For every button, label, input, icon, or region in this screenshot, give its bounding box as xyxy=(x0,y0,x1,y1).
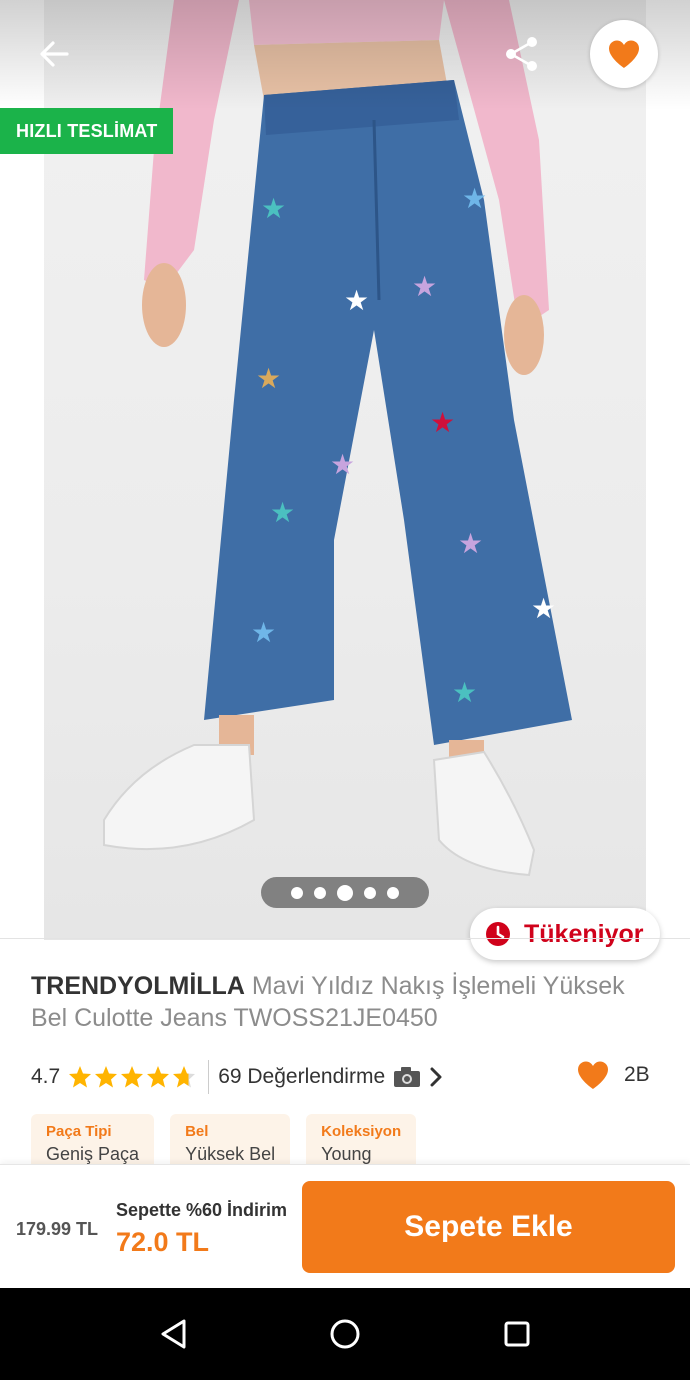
back-button[interactable] xyxy=(30,30,78,78)
heart-icon xyxy=(578,1061,608,1089)
reviews-link[interactable]: 69 Değerlendirme xyxy=(218,1065,443,1089)
attribute-key: Paça Tipi xyxy=(46,1123,112,1140)
attribute-chip: Bel Yüksek Bel xyxy=(170,1114,291,1166)
nav-back-button[interactable] xyxy=(153,1314,193,1354)
svg-text:★: ★ xyxy=(531,592,556,625)
camera-icon xyxy=(394,1067,421,1087)
svg-text:★: ★ xyxy=(261,192,286,225)
low-stock-label: Tükeniyor xyxy=(524,919,644,948)
favorite-count[interactable]: 2B xyxy=(576,1060,650,1090)
attribute-value: Young xyxy=(321,1144,372,1164)
share-button[interactable] xyxy=(498,30,546,78)
top-gradient xyxy=(0,0,690,110)
pager-dot[interactable] xyxy=(314,886,326,899)
attribute-list: Paça Tipi Geniş Paça Bel Yüksek Bel Kole… xyxy=(31,1114,417,1166)
divider xyxy=(0,938,690,939)
pager-dot[interactable] xyxy=(364,886,376,899)
svg-text:★: ★ xyxy=(452,676,477,709)
attribute-value: Geniş Paça xyxy=(46,1144,140,1164)
star-rating-icon xyxy=(69,1066,196,1088)
product-detail-screen: ★ ★ ★ ★ ★ ★ ★ ★ ★ ★ ★ ★ HIZLI TESLİMAT T… xyxy=(0,0,690,1380)
square-recents-icon xyxy=(504,1321,530,1347)
gallery-right-margin xyxy=(646,0,690,940)
heart-icon xyxy=(609,40,639,68)
add-to-cart-button[interactable]: Sepete Ekle xyxy=(302,1181,675,1273)
attribute-chip: Paça Tipi Geniş Paça xyxy=(31,1114,155,1166)
system-navigation-bar xyxy=(0,1288,690,1380)
arrow-left-icon xyxy=(40,41,69,67)
rating-value: 4.7 xyxy=(31,1065,61,1088)
attribute-chip: Koleksiyon Young xyxy=(306,1114,417,1166)
nav-recents-button[interactable] xyxy=(497,1314,537,1354)
clock-icon xyxy=(486,922,510,946)
rating-stars xyxy=(68,1065,198,1089)
svg-text:★: ★ xyxy=(458,527,483,560)
attribute-value: Yüksek Bel xyxy=(185,1144,276,1164)
circle-home-icon xyxy=(330,1319,360,1349)
svg-text:★: ★ xyxy=(462,182,487,215)
svg-text:★: ★ xyxy=(344,284,369,317)
svg-text:★: ★ xyxy=(330,448,355,481)
pager-dot[interactable] xyxy=(291,886,303,899)
product-title: TRENDYOLMİLLA Mavi Yıldız Nakış İşlemeli… xyxy=(31,970,661,1034)
discounted-price: 72.0 TL xyxy=(116,1227,210,1257)
original-price: 179.99 TL xyxy=(16,1219,99,1239)
rating-row[interactable]: 4.7 69 Değerlendirme xyxy=(31,1058,661,1096)
brand-name[interactable]: TRENDYOLMİLLA xyxy=(31,972,245,1000)
nav-home-button[interactable] xyxy=(325,1314,365,1354)
favorite-button[interactable] xyxy=(590,20,658,88)
svg-text:★: ★ xyxy=(430,406,455,439)
pager-dot[interactable] xyxy=(387,886,399,899)
svg-text:★: ★ xyxy=(270,496,295,529)
svg-text:★: ★ xyxy=(412,270,437,303)
chevron-right-icon xyxy=(430,1067,442,1087)
reviews-count: 69 Değerlendirme xyxy=(218,1065,386,1088)
fast-delivery-badge: HIZLI TESLİMAT xyxy=(0,108,174,154)
attribute-key: Bel xyxy=(185,1123,209,1140)
svg-text:★: ★ xyxy=(251,616,276,649)
attribute-key: Koleksiyon xyxy=(321,1123,402,1140)
purchase-bar: 179.99 TL Sepette %60 İndirim 72.0 TL Se… xyxy=(0,1164,690,1288)
pager-dot-active[interactable] xyxy=(337,884,353,901)
low-stock-badge: Tükeniyor xyxy=(470,908,660,960)
triangle-back-icon xyxy=(161,1319,186,1349)
rating-separator xyxy=(208,1060,210,1094)
cart-discount-note: Sepette %60 İndirim xyxy=(116,1200,288,1220)
svg-text:★: ★ xyxy=(256,362,281,395)
share-icon xyxy=(506,37,537,71)
image-pager-dots[interactable] xyxy=(261,877,429,908)
favorite-count-label: 2B xyxy=(624,1063,650,1086)
